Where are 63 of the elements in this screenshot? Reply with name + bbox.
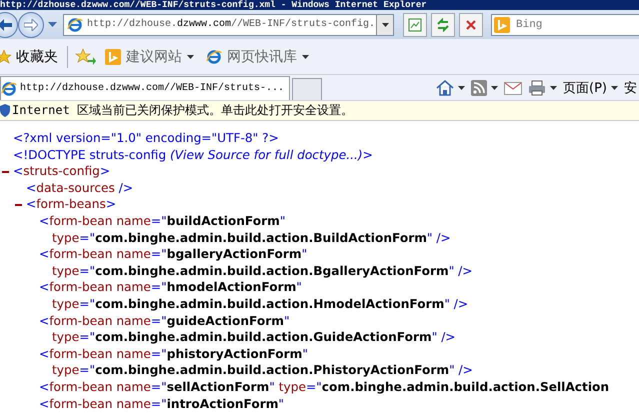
stop-button[interactable] bbox=[459, 12, 483, 36]
safety-menu[interactable]: 安 bbox=[624, 79, 637, 97]
caret-icon bbox=[382, 22, 388, 26]
xml-line: <form-bean name="phistoryActionForm" bbox=[39, 346, 308, 362]
arrow-right-icon bbox=[24, 18, 38, 30]
forward-button[interactable] bbox=[18, 12, 44, 38]
address-dropdown-button[interactable] bbox=[376, 14, 393, 34]
bing-icon bbox=[105, 48, 121, 64]
rss-icon bbox=[471, 80, 488, 96]
caret-icon bbox=[187, 54, 194, 58]
xml-line: type="com.binghe.admin.build.action.GuideActionForm" /> bbox=[52, 329, 456, 346]
ie-page-icon bbox=[1, 80, 17, 96]
caret-icon bbox=[48, 22, 57, 27]
home-icon bbox=[436, 80, 454, 96]
caret-icon bbox=[302, 54, 309, 58]
caret-icon bbox=[550, 86, 558, 90]
refresh-button[interactable] bbox=[431, 12, 455, 36]
xml-line: <struts-config> bbox=[13, 163, 110, 180]
refresh-icon bbox=[436, 18, 450, 32]
printer-icon bbox=[528, 80, 546, 96]
window-title: http://dzhouse.dzwww.com//WEB-INF/struts-config.xml - Windows Internet Explorer bbox=[0, 0, 427, 10]
xml-line: type="com.binghe.admin.build.action.BuildActionForm" /> bbox=[52, 230, 451, 246]
xml-line: <form-bean name="hmodelActionForm" bbox=[39, 279, 302, 296]
favorites-bar-item[interactable]: 网页快讯库 bbox=[203, 46, 312, 68]
xml-line: <data-sources /> bbox=[26, 180, 134, 196]
ie-page-icon bbox=[206, 48, 222, 64]
add-favorite-button[interactable] bbox=[74, 48, 96, 66]
xml-line: <?xml version="1.0" encoding="UTF-8" ?> bbox=[13, 130, 279, 147]
shield-icon bbox=[0, 104, 10, 117]
star-arrow-icon bbox=[74, 48, 96, 66]
favorites-bar-item[interactable]: 建议网站 bbox=[102, 46, 197, 68]
ie-page-icon bbox=[67, 16, 83, 32]
xml-line: type="com.binghe.admin.build.action.HmodelActionForm" /> bbox=[52, 296, 468, 313]
envelope-icon bbox=[504, 82, 522, 94]
search-field[interactable]: Bing bbox=[491, 14, 639, 36]
caret-icon bbox=[458, 86, 466, 90]
new-tab-button[interactable] bbox=[292, 78, 322, 100]
xml-line: <form-beans> bbox=[26, 196, 116, 213]
caret-icon bbox=[611, 86, 618, 90]
address-field[interactable]: http://dzhouse.dzwww.com//WEB-INF/struts-config. bbox=[63, 14, 394, 36]
browser-tab[interactable]: http://dzhouse.dzwww.com//WEB-INF/struts-... bbox=[0, 76, 290, 100]
xml-line: <form-bean name="bgalleryActionForm" bbox=[39, 246, 308, 263]
favorites-button[interactable]: 收藏夹 bbox=[0, 46, 61, 68]
caret-icon bbox=[491, 86, 498, 90]
feeds-button[interactable] bbox=[471, 80, 498, 96]
compatibility-view-button[interactable] bbox=[403, 12, 427, 36]
xml-line: <form-bean name="introActionForm" bbox=[39, 396, 284, 412]
xml-line: <form-bean name="sellActionForm" type="com.binghe.admin.build.action.SellAction bbox=[39, 378, 610, 396]
arrow-left-icon bbox=[0, 18, 12, 30]
mail-button[interactable] bbox=[504, 82, 522, 94]
close-icon bbox=[465, 18, 477, 30]
xml-line: <form-bean name="buildActionForm" bbox=[39, 212, 286, 230]
xml-line: <form-bean name="guideActionForm" bbox=[39, 312, 290, 330]
recent-pages-button[interactable] bbox=[48, 22, 57, 27]
xml-line: <!DOCTYPE struts-config (View Source for full doctype...)> bbox=[13, 146, 373, 164]
xml-line: type="com.binghe.admin.build.action.PhistoryActionForm" /> bbox=[52, 362, 473, 379]
star-icon bbox=[0, 50, 11, 64]
print-button[interactable] bbox=[528, 80, 558, 96]
page-menu[interactable]: 页面(P) bbox=[563, 79, 618, 97]
page-icon bbox=[408, 18, 422, 32]
home-button[interactable] bbox=[436, 80, 466, 96]
xml-line: type="com.binghe.admin.build.action.BgalleryActionForm" /> bbox=[52, 262, 472, 280]
information-bar[interactable]: Internet 区域当前已关闭保护模式。单击此处打开安全设置。 bbox=[0, 101, 639, 121]
